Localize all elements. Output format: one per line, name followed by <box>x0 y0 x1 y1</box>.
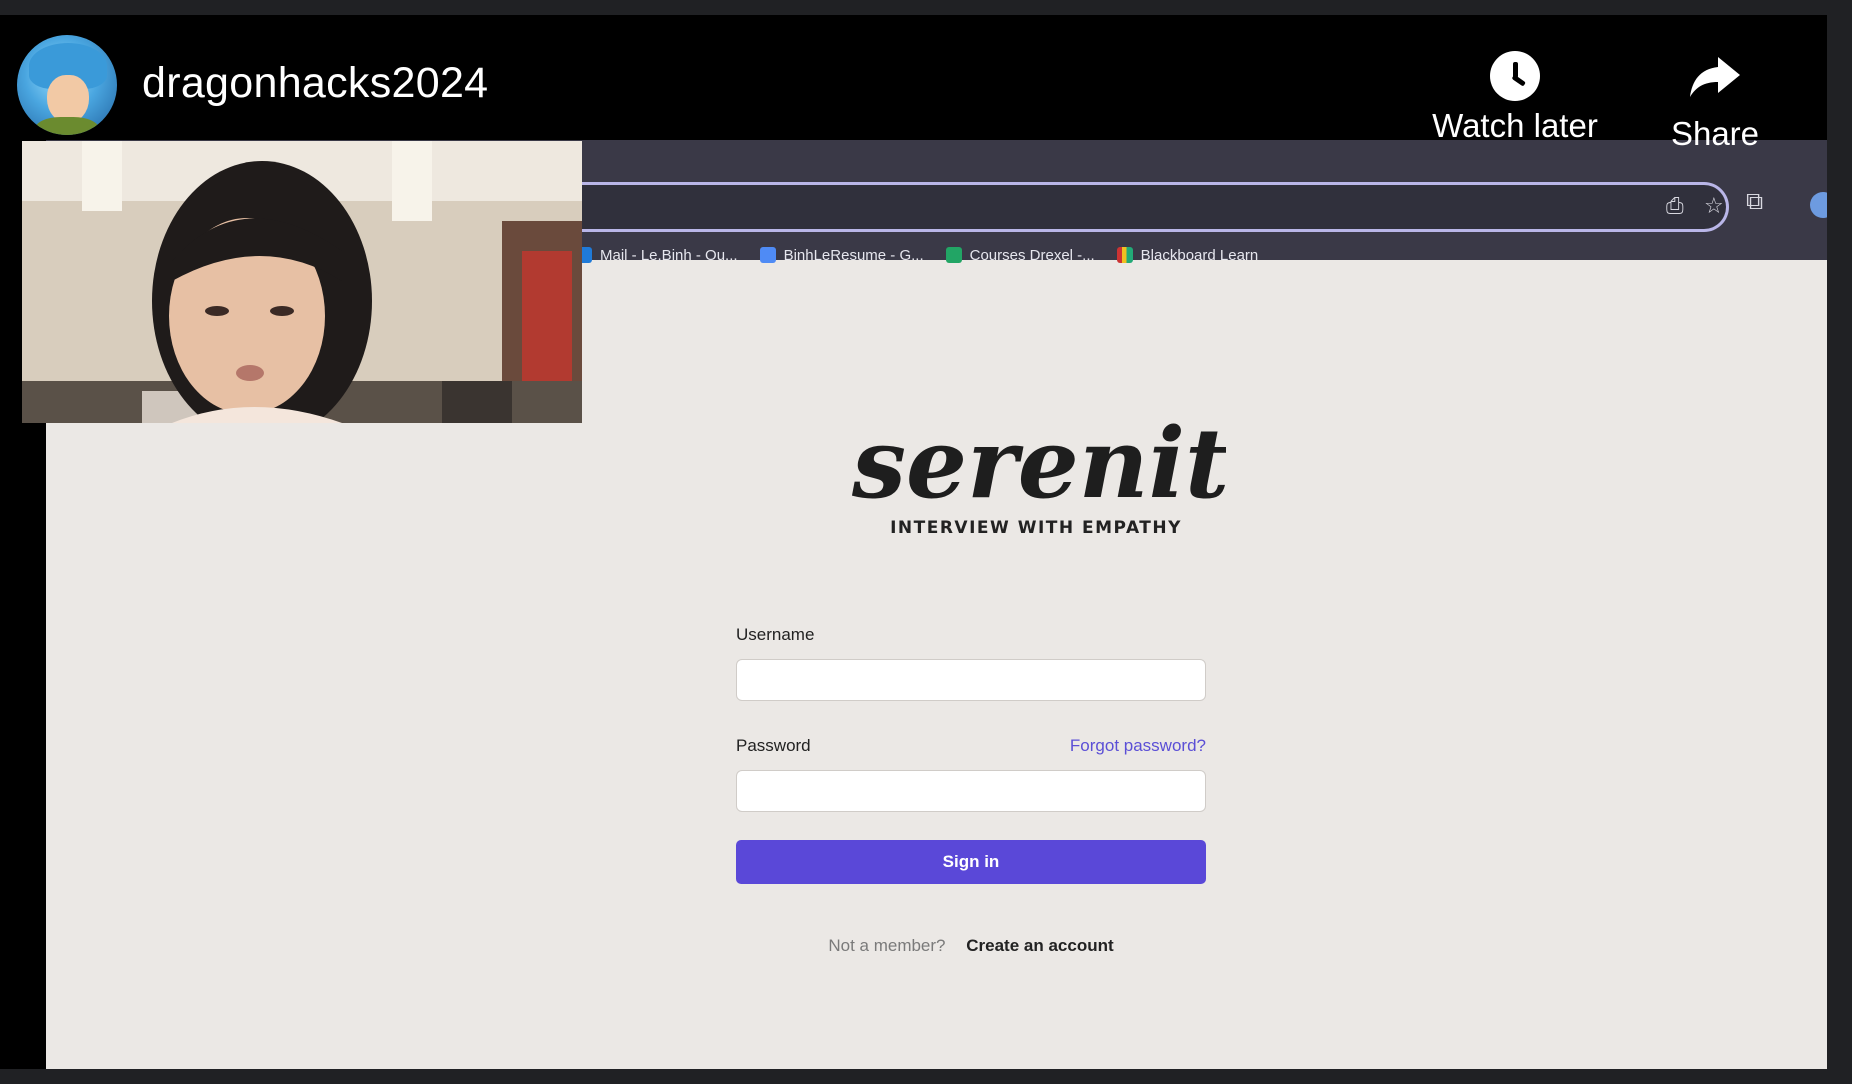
bookmark-courses[interactable]: Courses Drexel -... <box>945 240 1095 270</box>
username-label: Username <box>736 625 815 644</box>
blackboard-icon <box>1116 247 1133 263</box>
webcam-overlay <box>22 141 582 423</box>
docs-icon <box>759 247 776 263</box>
tagline: INTERVIEW WITH EMPATHY <box>890 518 1182 538</box>
share-icon <box>1690 57 1740 97</box>
bookmark-label: Mail - Le,Binh - Ou... <box>600 246 738 264</box>
extensions-icon[interactable]: ⧉ <box>1746 188 1763 216</box>
bookmark-star-icon[interactable]: ☆ <box>1704 193 1724 219</box>
bookmark-label: Courses Drexel -... <box>969 246 1095 264</box>
bookmark-label: Blackboard Learn <box>1140 246 1259 264</box>
address-bar[interactable]: ⎙ ☆ <box>476 182 1729 232</box>
password-label: Password <box>736 736 811 755</box>
presenter-video <box>22 141 582 423</box>
avatar-shirt <box>35 117 99 135</box>
bookmark-blackboard[interactable]: Blackboard Learn <box>1116 240 1259 270</box>
avatar-face <box>47 75 89 123</box>
create-account-link[interactable]: Create an account <box>966 936 1113 955</box>
clock-icon <box>1490 51 1540 101</box>
install-app-icon[interactable]: ⎙ <box>1666 193 1684 219</box>
bookmark-label: BinhLeResume - G... <box>783 246 924 264</box>
profile-icon[interactable] <box>1810 192 1827 218</box>
bookmark-mail[interactable]: Mail - Le,Binh - Ou... <box>576 240 738 270</box>
share-label: Share <box>1670 115 1760 152</box>
not-member-text: Not a member? <box>828 936 946 955</box>
bookmark-resume[interactable]: BinhLeResume - G... <box>759 240 924 270</box>
watch-later-button[interactable]: Watch later <box>1425 51 1605 145</box>
sheets-icon <box>945 247 962 263</box>
password-field[interactable] <box>736 770 1206 812</box>
bookmark-bar: Mail - Le,Binh - Ou... BinhLeResume - G.… <box>576 240 1258 270</box>
username-field[interactable] <box>736 659 1206 701</box>
channel-name[interactable]: dragonhacks2024 <box>142 59 488 108</box>
share-button[interactable]: Share <box>1660 51 1770 153</box>
login-form: Username Password Forgot password? Sign … <box>736 625 1206 956</box>
logo-text: serenity <box>851 407 1226 520</box>
video-player[interactable]: ⎙ ☆ ⧉ ... Mail - Le,Binh - Ou... BinhLeR… <box>0 15 1827 1069</box>
sign-in-button[interactable]: Sign in <box>736 840 1206 884</box>
signup-prompt: Not a member? Create an account <box>736 936 1206 956</box>
forgot-password-link[interactable]: Forgot password? <box>1070 736 1206 756</box>
watch-later-label: Watch later <box>1432 107 1598 144</box>
password-label-row: Password Forgot password? <box>736 736 1206 756</box>
channel-avatar[interactable] <box>17 35 117 135</box>
